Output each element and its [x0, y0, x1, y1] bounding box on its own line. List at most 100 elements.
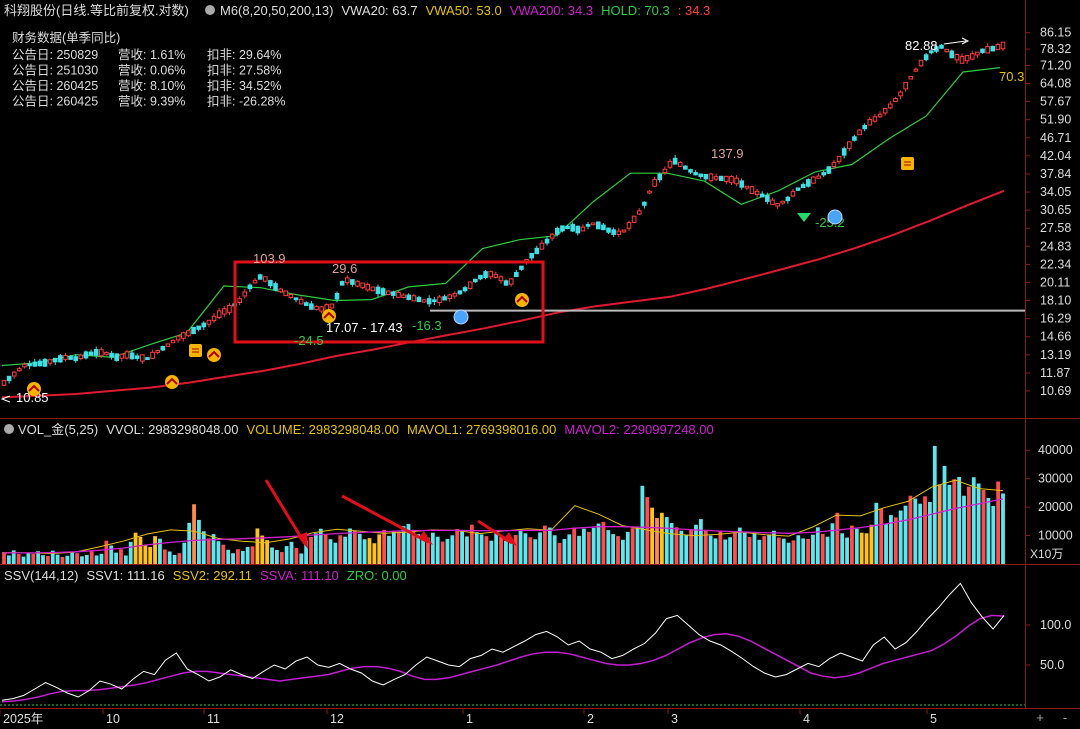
- volume-bar: [104, 540, 109, 564]
- volume-bar: [893, 517, 898, 564]
- candle-body: [734, 177, 739, 185]
- candle-body: [980, 48, 985, 54]
- candle-body: [303, 302, 309, 307]
- volume-bar: [937, 484, 942, 564]
- volume-bar: [611, 534, 616, 564]
- high-price-label: 82.88: [905, 38, 938, 53]
- volume-bar: [343, 536, 348, 564]
- header-indicator: VWA50: 53.0: [426, 3, 502, 18]
- price-tick-label: 16.29: [1040, 312, 1071, 326]
- volume-bar: [655, 517, 659, 564]
- candle-body: [63, 355, 68, 360]
- candle-body: [350, 279, 355, 285]
- peak-label-2: 29.6: [332, 261, 357, 276]
- candle-body: [365, 283, 371, 291]
- ssv-indicator: ZRO: 0.00: [347, 568, 407, 583]
- candle-body: [344, 277, 350, 284]
- volume-bar: [903, 505, 908, 564]
- candle-body: [765, 194, 770, 202]
- zoom-out-button[interactable]: -: [1058, 710, 1072, 726]
- volume-bar: [859, 532, 864, 564]
- volume-bar: [728, 537, 733, 564]
- volume-bar: [845, 537, 849, 564]
- candle-body: [595, 221, 601, 230]
- buy-signal-icon: [165, 375, 179, 389]
- candle-body: [667, 161, 673, 168]
- candle-body: [488, 271, 493, 278]
- volume-bar: [245, 546, 250, 564]
- candle-body: [283, 290, 289, 297]
- volume-bar: [562, 538, 567, 564]
- volume-bar: [338, 535, 343, 564]
- volume-bar: [679, 530, 684, 564]
- volume-bar: [328, 539, 333, 564]
- price-tick-label: 78.32: [1040, 42, 1071, 56]
- volume-bar: [830, 523, 835, 564]
- candle-body: [831, 162, 837, 167]
- candle-body: [78, 354, 84, 360]
- candle-body: [867, 119, 873, 126]
- candle-body: [939, 44, 944, 49]
- volume-bar: [981, 490, 986, 564]
- candle-body: [688, 169, 693, 173]
- candle-body: [314, 305, 319, 311]
- chart-background: [0, 0, 1080, 729]
- price-tick-label: 64.08: [1040, 76, 1071, 90]
- volume-bar: [757, 539, 762, 564]
- candle-body: [647, 190, 652, 194]
- candle-body: [375, 286, 381, 295]
- candle-body: [380, 288, 386, 296]
- volume-bar: [440, 541, 445, 564]
- candle-body: [216, 310, 222, 319]
- volume-bar: [60, 556, 65, 564]
- candle-body: [703, 173, 709, 180]
- candle-body: [585, 223, 591, 227]
- candle-body: [104, 351, 109, 355]
- volume-bar: [825, 536, 830, 564]
- volume-bar: [387, 535, 391, 564]
- volume-bar: [289, 541, 294, 564]
- volume-bar: [630, 528, 635, 564]
- price-tick-label: 11.87: [1040, 366, 1070, 380]
- volume-bar: [362, 539, 367, 564]
- candle-body: [780, 200, 786, 204]
- volume-bar: [240, 550, 245, 564]
- finance-date: 公告日: 251030: [12, 64, 98, 78]
- peak-label-3: 137.9: [711, 146, 744, 161]
- header-indicator: : 34.3: [678, 3, 711, 18]
- volume-bar: [928, 501, 932, 564]
- candle-body: [170, 340, 176, 344]
- candle-body: [191, 326, 196, 335]
- candle-body: [908, 75, 914, 80]
- volume-bar: [557, 542, 562, 564]
- candle-body: [334, 292, 340, 300]
- candle-body: [770, 199, 775, 206]
- volume-bar: [528, 537, 533, 564]
- buy-signal-icon: [322, 309, 336, 323]
- volume-bar: [796, 535, 801, 564]
- volume-bar: [479, 534, 484, 564]
- x-tick-label: 2: [587, 712, 594, 726]
- volume-bar: [601, 521, 606, 564]
- volume-bar: [815, 527, 820, 564]
- volume-bar: [123, 555, 128, 564]
- candle-body: [411, 295, 417, 302]
- candle-body: [99, 349, 104, 357]
- finance-revenue: 营收: 8.10%: [118, 79, 185, 93]
- volume-bar: [119, 549, 123, 564]
- candle-body: [11, 371, 17, 377]
- candle-body: [985, 46, 990, 54]
- volume-bar: [596, 523, 601, 564]
- volume-bar: [869, 524, 874, 564]
- volume-bar: [543, 525, 547, 564]
- candle-body: [677, 161, 683, 167]
- volume-bar: [582, 528, 586, 564]
- volume-bar: [976, 483, 981, 564]
- candle-body: [570, 223, 575, 232]
- candle-body: [785, 196, 791, 202]
- candle-body: [401, 294, 406, 298]
- volume-bar: [187, 522, 192, 564]
- zoom-in-button[interactable]: +: [1033, 710, 1047, 726]
- x-tick-label: 11: [207, 712, 220, 726]
- candle-body: [739, 180, 745, 188]
